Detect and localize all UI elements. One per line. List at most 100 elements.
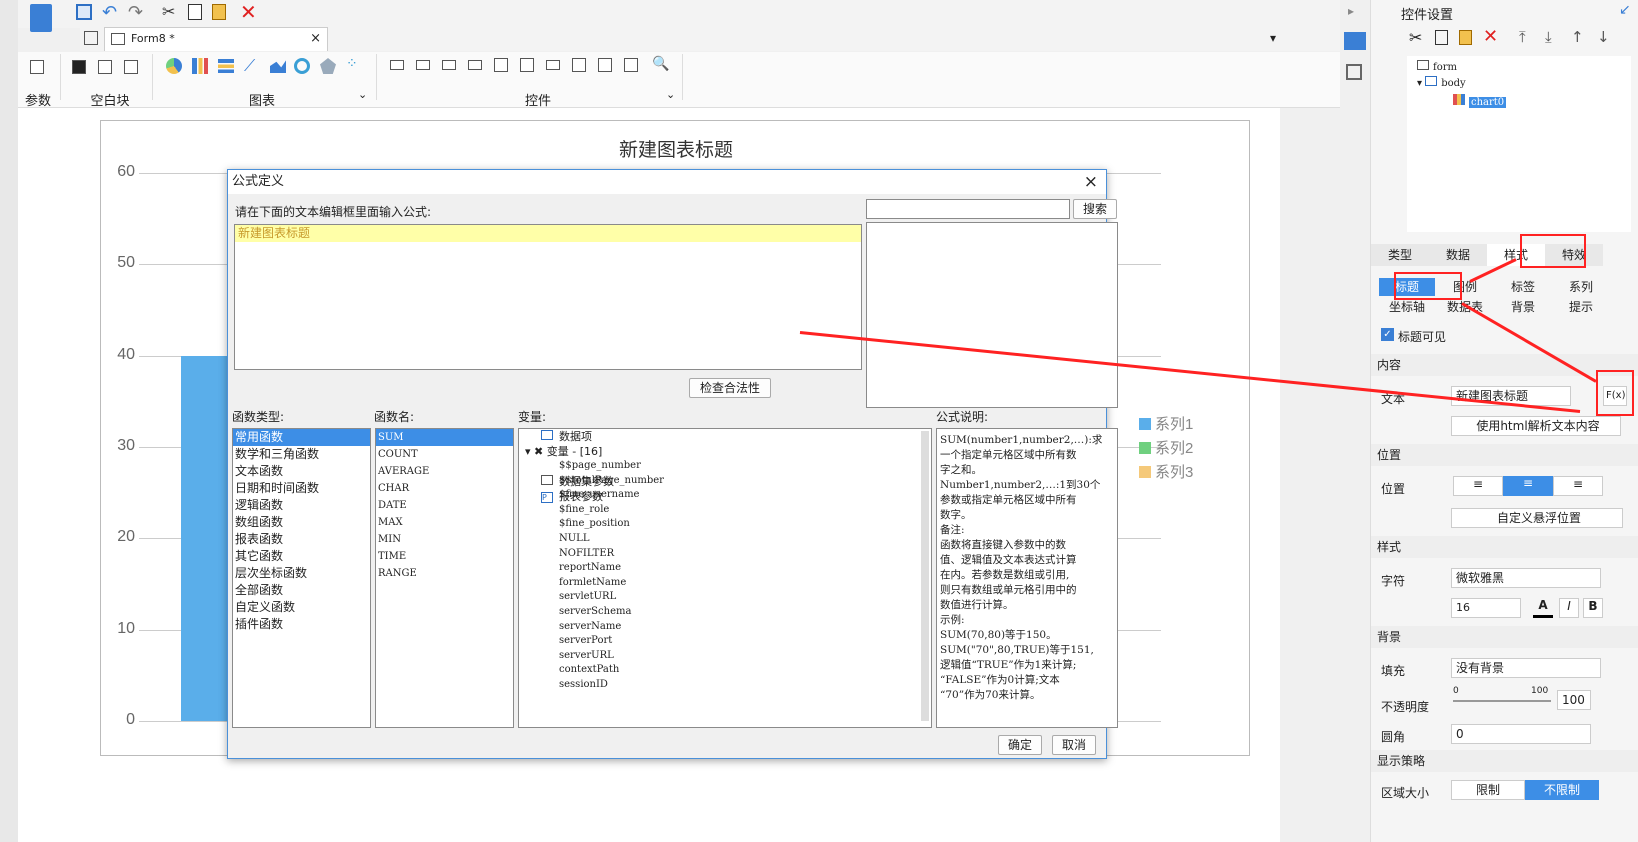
html-parse-button[interactable]: 使用html解析文本内容 bbox=[1451, 416, 1621, 436]
cancel-button[interactable]: 取消 bbox=[1052, 735, 1096, 755]
tree-dataset-params[interactable]: 数据集参数 bbox=[519, 474, 931, 489]
func-name-item[interactable]: TIME bbox=[376, 548, 513, 565]
italic-button[interactable]: I bbox=[1559, 598, 1579, 618]
scatter-chart-icon[interactable]: ⁘ bbox=[346, 56, 358, 72]
func-type-list[interactable]: 常用函数 数学和三角函数 文本函数 日期和时间函数 逻辑函数 数组函数 报表函数 其它函数 层次… bbox=[232, 428, 371, 728]
move-top-icon[interactable]: ⤒ bbox=[1519, 28, 1526, 46]
func-type-item[interactable]: 数学和三角函数 bbox=[233, 446, 370, 463]
copy-icon[interactable] bbox=[188, 4, 202, 20]
func-name-item[interactable]: AVERAGE bbox=[376, 463, 513, 480]
widget-icon-5[interactable] bbox=[494, 58, 508, 72]
legend-item[interactable]: 系列2 bbox=[1139, 437, 1193, 458]
hbar-chart-icon[interactable] bbox=[218, 59, 234, 73]
widget-settings-icon[interactable] bbox=[1344, 32, 1366, 50]
fill-select[interactable]: 没有背景 bbox=[1451, 658, 1601, 678]
tree-body[interactable]: ▾ body bbox=[1417, 76, 1466, 89]
variable-item[interactable]: contextPath bbox=[519, 663, 931, 678]
variable-item[interactable]: serverSchema bbox=[519, 605, 931, 620]
custom-float-button[interactable]: 自定义悬浮位置 bbox=[1451, 508, 1623, 528]
tree-data-item[interactable]: 数据项 bbox=[519, 429, 931, 444]
panel-subtab[interactable]: 坐标轴 bbox=[1379, 298, 1435, 316]
limit-button[interactable]: 限制 bbox=[1451, 780, 1525, 800]
func-type-item[interactable]: 日期和时间函数 bbox=[233, 480, 370, 497]
pin-icon[interactable]: ↙ bbox=[1619, 2, 1631, 18]
chart-expand-icon[interactable]: ⌄ bbox=[358, 88, 367, 101]
undo-icon[interactable]: ↶ bbox=[102, 2, 117, 23]
parameter-icon[interactable] bbox=[30, 60, 44, 74]
blank-block-icon-2[interactable] bbox=[98, 60, 112, 74]
func-type-item[interactable]: 自定义函数 bbox=[233, 599, 370, 616]
legend-item[interactable]: 系列1 bbox=[1139, 413, 1193, 434]
cut-icon[interactable]: ✂ bbox=[162, 2, 175, 21]
variable-item[interactable]: serverURL bbox=[519, 649, 931, 664]
section-display[interactable]: 显示策略 bbox=[1371, 750, 1638, 772]
panel-collapse-icon[interactable]: ▸ bbox=[1348, 4, 1354, 18]
panel-delete-icon[interactable]: ✕ bbox=[1483, 26, 1498, 47]
func-type-item[interactable]: 文本函数 bbox=[233, 463, 370, 480]
font-size-select[interactable]: 16 bbox=[1451, 598, 1521, 618]
legend-item[interactable]: 系列3 bbox=[1139, 461, 1193, 482]
func-type-item[interactable]: 插件函数 bbox=[233, 616, 370, 633]
ok-button[interactable]: 确定 bbox=[998, 735, 1042, 755]
preview-icon[interactable]: 🔍 bbox=[652, 56, 669, 72]
delete-icon[interactable]: ✕ bbox=[240, 0, 257, 24]
section-background[interactable]: 背景 bbox=[1371, 626, 1638, 648]
move-up-icon[interactable]: ↑ bbox=[1571, 28, 1584, 46]
panel-subtab[interactable]: 背景 bbox=[1495, 298, 1551, 316]
variable-item[interactable]: sessionID bbox=[519, 678, 931, 693]
widget-icon-1[interactable] bbox=[390, 60, 404, 70]
func-type-item[interactable]: 全部函数 bbox=[233, 582, 370, 599]
pie-chart-icon[interactable] bbox=[166, 58, 182, 74]
panel-paste-icon[interactable] bbox=[1459, 30, 1472, 45]
panel-cut-icon[interactable]: ✂ bbox=[1409, 28, 1422, 47]
func-type-item[interactable]: 常用函数 bbox=[233, 429, 370, 446]
func-type-item[interactable]: 层次坐标函数 bbox=[233, 565, 370, 582]
bar-chart-icon[interactable] bbox=[192, 58, 208, 74]
widget-expand-icon[interactable]: ⌄ bbox=[666, 88, 675, 101]
widget-icon-3[interactable] bbox=[442, 60, 456, 70]
no-limit-button[interactable]: 不限制 bbox=[1525, 780, 1599, 800]
func-name-item[interactable]: RANGE bbox=[376, 565, 513, 582]
gauge-chart-icon[interactable] bbox=[294, 58, 310, 74]
variable-item[interactable]: reportName bbox=[519, 561, 931, 576]
radar-chart-icon[interactable] bbox=[320, 58, 336, 74]
variable-item[interactable]: NOFILTER bbox=[519, 547, 931, 562]
panel-tab[interactable]: 数据 bbox=[1429, 244, 1487, 266]
func-name-item[interactable]: SUM bbox=[376, 429, 513, 446]
widget-icon-4[interactable] bbox=[468, 60, 482, 70]
variable-item[interactable]: $fine_position bbox=[519, 517, 931, 532]
bold-button[interactable]: B bbox=[1583, 598, 1603, 618]
variable-item[interactable]: NULL bbox=[519, 532, 931, 547]
panel-copy-icon[interactable] bbox=[1435, 30, 1448, 45]
align-center-button[interactable]: ≡ bbox=[1503, 476, 1553, 496]
widget-icon-10[interactable] bbox=[624, 58, 638, 72]
variable-item[interactable]: formletName bbox=[519, 576, 931, 591]
func-name-item[interactable]: DATE bbox=[376, 497, 513, 514]
opacity-slider[interactable] bbox=[1453, 700, 1551, 702]
variable-tree[interactable]: 数据项 ▾ ✖ 变量 - [16] $$page_number $$totalPa… bbox=[518, 428, 932, 728]
font-color-button[interactable]: A bbox=[1533, 598, 1553, 618]
chart-bar[interactable] bbox=[181, 355, 231, 721]
blank-block-icon-3[interactable] bbox=[124, 60, 138, 74]
widget-icon-8[interactable] bbox=[572, 58, 586, 72]
paste-icon[interactable] bbox=[212, 4, 226, 20]
save-icon[interactable] bbox=[76, 4, 92, 20]
radius-input[interactable]: 0 bbox=[1451, 724, 1591, 744]
variable-item[interactable]: $fine_role bbox=[519, 503, 931, 518]
section-position[interactable]: 位置 bbox=[1371, 444, 1638, 466]
func-name-item[interactable]: MAX bbox=[376, 514, 513, 531]
variable-item[interactable]: serverPort bbox=[519, 634, 931, 649]
search-button[interactable]: 搜索 bbox=[1073, 199, 1117, 219]
search-input[interactable] bbox=[866, 199, 1070, 219]
tree-form[interactable]: form bbox=[1417, 60, 1457, 73]
func-type-item[interactable]: 数组函数 bbox=[233, 514, 370, 531]
line-chart-icon[interactable]: ⟋ bbox=[244, 56, 255, 76]
dialog-close-icon[interactable]: × bbox=[1084, 170, 1098, 194]
align-left-button[interactable]: ≡ bbox=[1453, 476, 1503, 496]
blank-block-icon-1[interactable] bbox=[72, 60, 86, 74]
tab-close-icon[interactable]: × bbox=[310, 28, 321, 50]
formula-editor[interactable]: 新建图表标题 bbox=[234, 224, 862, 370]
collapse-icon[interactable]: ▾ ✖ bbox=[525, 445, 547, 458]
component-icon[interactable] bbox=[1346, 64, 1362, 80]
tree-scrollbar[interactable] bbox=[921, 431, 929, 721]
